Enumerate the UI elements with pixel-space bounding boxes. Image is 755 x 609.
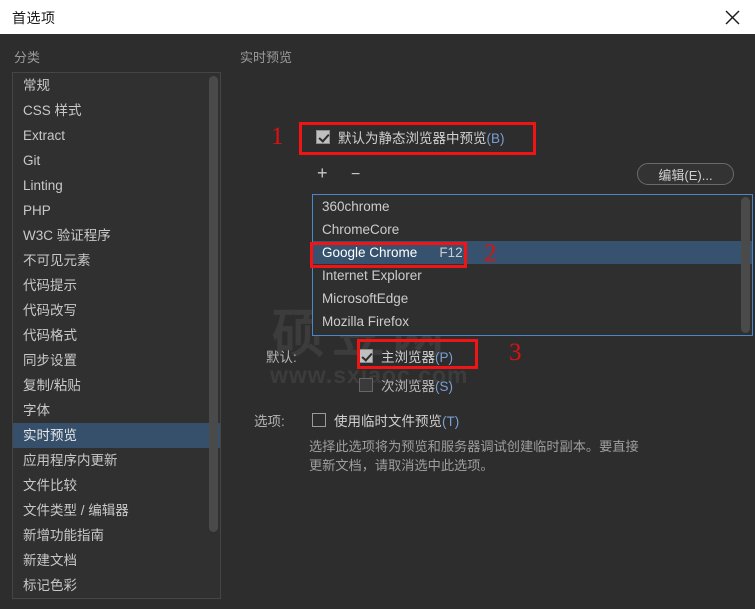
sidebar-item[interactable]: 字体 [13,398,220,423]
sidebar-item[interactable]: CSS 样式 [13,98,220,123]
sidebar-item[interactable]: 同步设置 [13,348,220,373]
sidebar-item[interactable]: 应用程序内更新 [13,448,220,473]
sidebar-item[interactable]: 实时预览 [13,423,220,448]
browser-list-item[interactable]: 360chrome [313,195,752,218]
sidebar-item[interactable]: 常规 [13,73,220,98]
browser-list-item[interactable]: Internet Explorer [313,264,752,287]
sidebar-item[interactable]: Git [13,148,220,173]
close-button[interactable] [709,0,755,34]
browser-name: MicrosoftEdge [322,291,409,306]
category-scrollbar-thumb[interactable] [209,76,218,532]
sidebar-item[interactable]: 代码改写 [13,298,220,323]
browser-list-item[interactable]: Mozilla Firefox [313,310,752,333]
temp-file-checkbox[interactable] [312,413,326,427]
options-hint-text: 选择此选项将为预览和服务器调试创建临时副本。要直接更新文档，请取消选中此选项。 [309,439,639,473]
category-scrollbar[interactable] [209,76,218,597]
close-icon [725,10,739,24]
sidebar-item[interactable]: 代码格式 [13,323,220,348]
browser-shortcut: F12 [439,245,463,260]
browser-list-item[interactable]: ChromeCore [313,218,752,241]
secondary-browser-checkbox[interactable] [359,378,373,392]
browser-list-item[interactable]: MicrosoftEdge [313,287,752,310]
browser-name: Google Chrome [322,245,418,260]
window-title: 首选项 [12,10,56,26]
remove-browser-button[interactable]: − [351,167,360,183]
browser-list-item[interactable]: Google Chrome F12 [313,241,752,264]
browser-name: Internet Explorer [322,268,422,283]
category-pane: 分类 常规 CSS 样式 Extract Git Linting PHP W3C 验证程序不… [0,34,232,609]
browser-name: ChromeCore [322,222,400,237]
add-browser-button[interactable]: + [317,164,328,182]
category-listbox[interactable]: 常规 CSS 样式 Extract Git Linting PHP W3C 验证程序 不可见元… [12,72,221,599]
sidebar-item[interactable]: W3C 验证程序 [13,223,220,248]
dialog-body: 分类 常规 CSS 样式 Extract Git Linting PHP W3C 验证程序不… [0,34,755,609]
browser-name: Mozilla Firefox [322,314,410,329]
sidebar-item[interactable]: Linting [13,173,220,198]
browser-name: 360chrome [322,199,390,214]
sidebar-item[interactable]: 新建文档 [13,548,220,573]
default-preview-label: 默认为静态浏览器中预览(B) [338,131,505,146]
default-row-label: 默认: [266,350,297,365]
settings-pane: 实时预览 硕豆网 www.sxiaoc.com 默认为静态浏览器中预览(B) +… [232,34,755,609]
primary-browser-row[interactable]: 主浏览器(P) [359,346,453,366]
secondary-browser-label: 次浏览器(S) [381,379,453,394]
temp-file-row[interactable]: 使用临时文件预览(T) [312,410,459,430]
sidebar-item[interactable]: 复制/粘贴 [13,373,220,398]
browser-scrollbar-thumb[interactable] [741,197,750,333]
sidebar-item[interactable]: 代码提示 [13,273,220,298]
sidebar-item[interactable]: 文件类型 / 编辑器 [13,498,220,523]
temp-file-label: 使用临时文件预览(T) [334,414,460,429]
sidebar-item[interactable]: 不可见元素 [13,248,220,273]
options-row-label: 选项: [254,414,285,429]
sidebar-item[interactable]: PHP [13,198,220,223]
browser-scrollbar[interactable] [741,197,750,333]
sidebar-item[interactable]: 文件比较 [13,473,220,498]
primary-browser-checkbox[interactable] [359,349,373,363]
browser-listbox[interactable]: 360chrome ChromeCore Google Chrome F12 Inter… [312,194,753,336]
title-bar: 首选项 [0,0,755,34]
primary-browser-label: 主浏览器(P) [381,350,453,365]
secondary-browser-row[interactable]: 次浏览器(S) [359,375,453,395]
edit-browser-button[interactable]: 编辑(E)... [637,163,734,185]
sidebar-item[interactable]: Extract [13,123,220,148]
browser-items: 360chrome ChromeCore Google Chrome F12 Inter… [313,195,752,333]
section-header: 实时预览 [240,50,293,65]
default-preview-checkbox[interactable] [316,130,330,144]
sidebar-item[interactable]: 界面 [13,598,220,599]
category-header: 分类 [14,50,41,65]
default-preview-row[interactable]: 默认为静态浏览器中预览(B) [316,127,505,147]
sidebar-item[interactable]: 新增功能指南 [13,523,220,548]
sidebar-item[interactable]: 标记色彩 [13,573,220,598]
category-items: 常规 CSS 样式 Extract Git Linting PHP W3C 验证程序 不可见元… [13,73,220,599]
